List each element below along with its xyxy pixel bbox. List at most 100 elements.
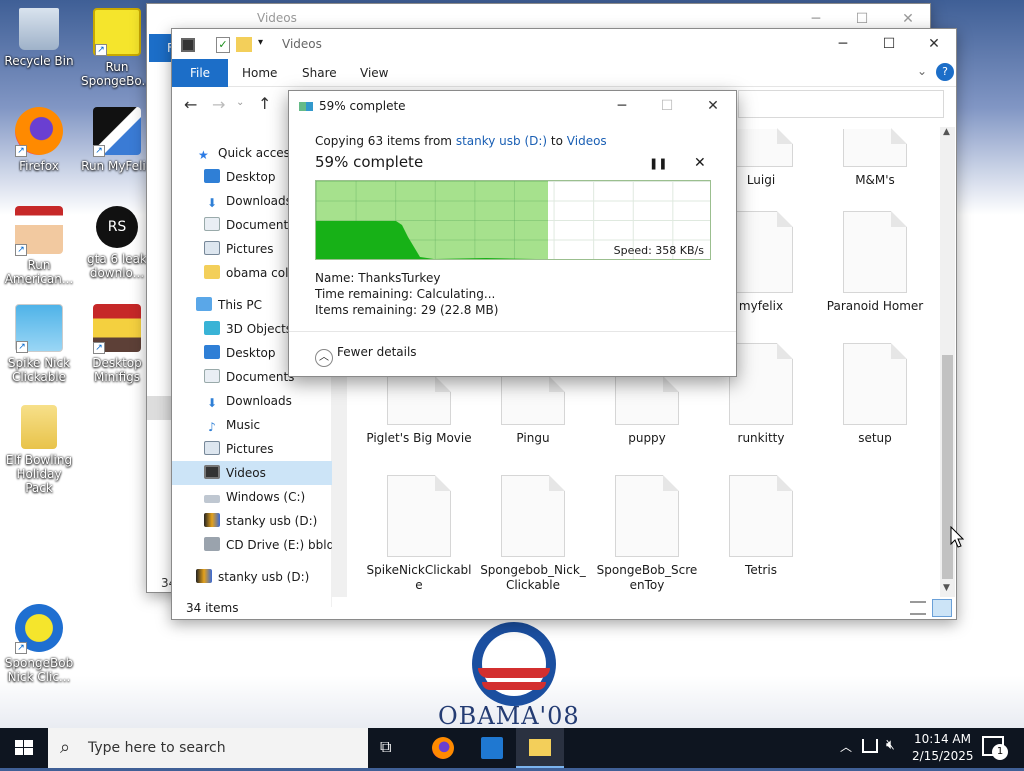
desktop-icon-spike[interactable]: ↗ Spike Nick Clickable xyxy=(3,304,75,384)
file-setup[interactable]: setup xyxy=(821,343,929,446)
network-icon[interactable] xyxy=(862,739,878,753)
detail-name: Name: ThanksTurkey xyxy=(315,271,441,285)
tab-share[interactable]: Share xyxy=(302,59,337,87)
star-icon: ★ xyxy=(198,148,209,162)
search-bar[interactable]: ⌕ Type here to search xyxy=(48,728,368,768)
folder-view-icon xyxy=(181,38,195,52)
pause-button[interactable]: ❚❚ xyxy=(649,157,667,170)
back-nav-selection xyxy=(147,396,173,420)
search-input[interactable]: Type here to search xyxy=(88,740,226,756)
file-icon xyxy=(615,376,679,425)
scroll-down-icon[interactable]: ▼ xyxy=(943,583,950,593)
nav-downloads-pc[interactable]: ⬇ Downloads xyxy=(172,389,332,413)
properties-icon[interactable]: ✓ xyxy=(216,37,230,53)
close-button[interactable]: ✕ xyxy=(911,29,957,59)
file-icon xyxy=(729,211,793,293)
nav-pictures-pc[interactable]: Pictures xyxy=(172,437,332,461)
back-title: Videos xyxy=(257,11,297,25)
progress-graph: Speed: 358 KB/s xyxy=(315,180,711,260)
download-icon: ⬇ xyxy=(206,396,218,410)
show-hidden-icons[interactable]: ︿ xyxy=(840,738,852,755)
back-ribbon-file[interactable]: F xyxy=(149,34,174,62)
firefox-taskbar-icon[interactable] xyxy=(432,737,454,759)
title-bar[interactable]: ✓ ▾ Videos ─ ☐ ✕ xyxy=(172,29,956,61)
help-icon[interactable]: ? xyxy=(936,63,954,81)
volume-muted-icon[interactable]: 🔇︎ xyxy=(886,737,895,753)
taskbar: ⌕ Type here to search ⧉ ︿ 🔇︎ 10:14 AM 2/… xyxy=(0,728,1024,768)
spike-icon: ↗ xyxy=(15,304,63,353)
maximize-button[interactable]: ☐ xyxy=(866,29,912,59)
start-button[interactable] xyxy=(0,728,48,768)
dialog-title-bar[interactable]: 59% complete ─ ☐ ✕ xyxy=(289,91,736,121)
file-explorer-taskbar-button[interactable] xyxy=(516,728,564,768)
dialog-minimize-button[interactable]: ─ xyxy=(599,91,645,121)
file-mms[interactable]: M&M's xyxy=(821,128,929,188)
detail-items-remaining: Items remaining: 29 (22.8 MB) xyxy=(315,303,499,317)
tab-home[interactable]: Home xyxy=(242,59,277,87)
nav-music[interactable]: ♪ Music xyxy=(172,413,332,437)
up-arrow-icon[interactable]: ↑ xyxy=(258,94,271,113)
nav-stanky-usb-root[interactable]: stanky usb (D:) xyxy=(172,565,332,589)
desktop-icon-spongebob[interactable]: ↗ Run SpongeBo... xyxy=(81,8,153,88)
nav-stanky-usb[interactable]: stanky usb (D:) xyxy=(172,509,332,533)
clock-time[interactable]: 10:14 AM xyxy=(914,732,971,746)
expand-ribbon-icon[interactable]: ⌄ xyxy=(917,64,927,78)
search-box[interactable] xyxy=(738,90,944,118)
mouse-cursor xyxy=(950,526,964,548)
cd-icon xyxy=(204,537,220,551)
new-folder-icon[interactable] xyxy=(236,37,252,52)
back-arrow-icon[interactable]: ← xyxy=(184,95,197,114)
nav-videos[interactable]: Videos xyxy=(172,461,332,485)
copy-dialog[interactable]: 59% complete ─ ☐ ✕ Copying 63 items from… xyxy=(288,90,737,377)
file-piglets-big-movie[interactable]: Piglet's Big Movie xyxy=(365,376,473,446)
music-icon: ♪ xyxy=(208,420,216,434)
desktop-icon-american-dad[interactable]: ↗ Run American... xyxy=(3,206,75,286)
desktop-icon-elf-bowling[interactable]: Elf Bowling Holiday Pack xyxy=(3,405,75,495)
clock-date[interactable]: 2/15/2025 xyxy=(912,749,974,763)
pictures-icon xyxy=(204,441,220,455)
speed-label: Speed: 358 KB/s xyxy=(613,244,704,257)
chevron-down-icon[interactable]: ▾ xyxy=(258,37,263,48)
cancel-button[interactable]: ✕ xyxy=(694,155,706,171)
desktop-icon-gta[interactable]: RS gta 6 leak downlo... xyxy=(81,206,153,280)
ribbon: File Home Share View ⌄ ? xyxy=(172,59,956,87)
source-link[interactable]: stanky usb (D:) xyxy=(456,134,547,148)
forward-arrow-icon[interactable]: → xyxy=(212,95,225,114)
folder-icon xyxy=(204,265,220,279)
desktop-icon-firefox[interactable]: ↗ Firefox xyxy=(3,107,75,173)
file-tetris[interactable]: Tetris xyxy=(707,475,815,578)
action-center-button[interactable]: 1 xyxy=(982,736,1008,760)
file-icon xyxy=(729,343,793,425)
nav-windows-c[interactable]: Windows (C:) xyxy=(172,485,332,509)
file-paranoid-homer[interactable]: Paranoid Homer xyxy=(821,211,929,314)
file-spongebob-screentoy[interactable]: SpongeBob_ScreenToy xyxy=(593,475,701,593)
details-view-icon[interactable] xyxy=(910,601,926,615)
scroll-up-icon[interactable]: ▲ xyxy=(943,127,950,137)
dialog-close-button[interactable]: ✕ xyxy=(690,91,736,121)
desktop-icon-myfelix[interactable]: ↗ Run MyFelix xyxy=(81,107,153,173)
destination-link[interactable]: Videos xyxy=(567,134,607,148)
recent-locations-icon[interactable]: ⌄ xyxy=(236,97,244,108)
minifig-icon: ↗ xyxy=(93,304,141,354)
pictures-icon xyxy=(204,241,220,255)
file-spikenickclickable[interactable]: SpikeNickClickable xyxy=(365,475,473,593)
tab-view[interactable]: View xyxy=(360,59,388,87)
file-icon xyxy=(729,128,793,167)
large-icons-view-icon[interactable] xyxy=(932,599,952,617)
nav-cd-drive[interactable]: CD Drive (E:) bbldriz xyxy=(172,533,332,557)
file-pingu[interactable]: Pingu xyxy=(479,376,587,446)
file-icon xyxy=(501,475,565,557)
item-count: 34 items xyxy=(186,601,239,615)
minimize-button[interactable]: ─ xyxy=(820,29,866,59)
desktop-icon-spongebob-nick[interactable]: ↗ SpongeBob Nick Clic... xyxy=(3,604,75,684)
desktop-icon-recycle-bin[interactable]: Recycle Bin xyxy=(3,8,75,68)
tab-file[interactable]: File xyxy=(172,59,228,87)
dialog-maximize-button[interactable]: ☐ xyxy=(644,91,690,121)
file-spongebob-nick-clickable[interactable]: Spongebob_Nick_Clickable xyxy=(479,475,587,593)
desktop-icon-minifigs[interactable]: ↗ Desktop Minifigs xyxy=(81,304,153,384)
store-icon[interactable] xyxy=(481,737,503,759)
fewer-details-button[interactable]: ︿ Fewer details xyxy=(315,345,417,367)
task-view-icon[interactable]: ⧉ xyxy=(380,737,391,757)
file-puppy[interactable]: puppy xyxy=(593,376,701,446)
dialog-title: 59% complete xyxy=(319,99,406,113)
